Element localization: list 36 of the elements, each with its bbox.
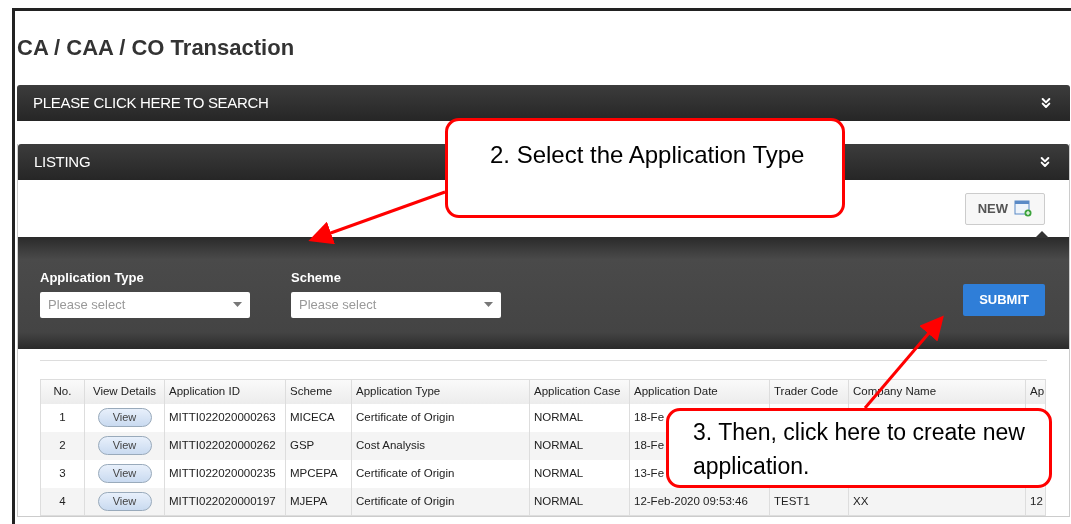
panel-title: PLEASE CLICK HERE TO SEARCH xyxy=(33,92,269,113)
table-cell: 1 xyxy=(40,403,85,432)
table-cell: MITTI022020000197 xyxy=(164,487,286,516)
table-cell: NORMAL xyxy=(529,431,630,460)
table-cell: Certificate of Origin xyxy=(351,459,530,488)
table-cell: NORMAL xyxy=(529,459,630,488)
column-header: No. xyxy=(40,379,85,404)
table-cell: Cost Analysis xyxy=(351,431,530,460)
table-cell: Certificate of Origin xyxy=(351,487,530,516)
callout-tooltip: 3. Then, click here to create new application. xyxy=(666,408,1052,488)
table-cell: MJEPA xyxy=(285,487,352,516)
field-label: Scheme xyxy=(291,269,342,288)
column-header: Application Type xyxy=(351,379,530,404)
column-header: Application Case xyxy=(529,379,630,404)
table-cell: NORMAL xyxy=(529,487,630,516)
column-header: Application ID xyxy=(164,379,286,404)
page-title: CA / CAA / CO Transaction xyxy=(17,34,296,62)
column-header: Ap xyxy=(1025,379,1046,404)
table-cell: Certificate of Origin xyxy=(351,403,530,432)
field-label: Application Type xyxy=(40,269,145,288)
column-header: Trader Code xyxy=(769,379,849,404)
table-cell: 4 xyxy=(40,487,85,516)
column-header: View Details xyxy=(84,379,165,404)
column-header: Application Date xyxy=(629,379,770,404)
table-cell: GSP xyxy=(285,431,352,460)
callout-tooltip: 2. Select the Application Type xyxy=(445,118,845,218)
table-cell: 3 xyxy=(40,459,85,488)
table-cell: MPCEPA xyxy=(285,459,352,488)
panel-title: LISTING xyxy=(34,151,91,172)
table-cell: NORMAL xyxy=(529,403,630,432)
column-header: Scheme xyxy=(285,379,352,404)
table-cell: MICECA xyxy=(285,403,352,432)
table-cell: MITTI022020000263 xyxy=(164,403,286,432)
table-cell: MITTI022020000262 xyxy=(164,431,286,460)
table-cell: 2 xyxy=(40,431,85,460)
table-cell: MITTI022020000235 xyxy=(164,459,286,488)
